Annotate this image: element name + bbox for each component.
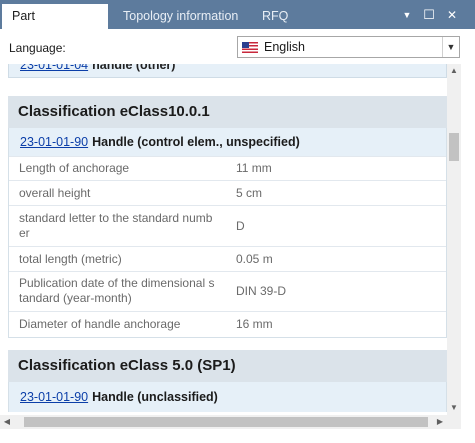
previous-item-code-link[interactable]: 23-01-01-04 <box>20 64 88 72</box>
tab-part-information[interactable]: Part information <box>2 4 108 47</box>
property-value: 11 mm <box>236 161 272 175</box>
right-margin <box>461 64 475 443</box>
property-row: Diameter of handle anchorage 16 mm <box>9 311 446 337</box>
scroll-left-icon[interactable]: ◀ <box>0 415 14 429</box>
classification-list: 23-01-01-04 handle (other) Classification… <box>0 64 447 415</box>
property-value: 5 cm <box>236 186 263 200</box>
scrollbar-corner <box>447 415 461 429</box>
classification-section: Classification eClass10.0.1 23-01-01-90 H… <box>8 96 447 338</box>
us-flag-icon <box>242 42 258 53</box>
classification-code-link[interactable]: 23-01-01-90 <box>20 135 88 149</box>
property-row: overall height 5 cm <box>9 180 446 205</box>
bottom-margin <box>0 429 475 443</box>
classification-code-link[interactable]: 23-01-01-90 <box>20 390 88 404</box>
horizontal-scrollbar[interactable]: ◀ ▶ <box>0 415 447 429</box>
classification-item-row: 23-01-01-90 Handle (control elem., unspec… <box>8 128 447 156</box>
property-name-line: Publication date of the dimensional s <box>19 276 215 290</box>
property-value: 16 mm <box>236 317 273 331</box>
property-row: standard letter to the standard numb er … <box>9 205 446 246</box>
vertical-scroll-thumb[interactable] <box>449 133 459 161</box>
previous-item-row: 23-01-01-04 handle (other) <box>8 64 447 78</box>
property-name: Length of anchorage <box>19 161 130 175</box>
property-row: Length of anchorage 11 mm <box>9 156 446 180</box>
close-icon[interactable]: ✕ <box>441 4 463 26</box>
property-value: D <box>236 219 245 233</box>
property-name: Diameter of handle anchorage <box>19 317 181 331</box>
property-value: 0.05 m <box>236 252 273 266</box>
property-name: Publication date of the dimensional s ta… <box>19 276 219 306</box>
scroll-up-icon[interactable]: ▲ <box>447 64 461 78</box>
property-value: DIN 39-D <box>236 284 287 298</box>
property-name: total length (metric) <box>19 252 122 266</box>
classification-section: Classification eClass 5.0 (SP1) 23-01-01… <box>8 350 447 412</box>
property-name: overall height <box>19 186 91 200</box>
tab-bar: Part information Topology information RF… <box>0 0 475 47</box>
tab-topology-information[interactable]: Topology information <box>113 4 248 29</box>
language-value: English <box>264 40 305 54</box>
language-row: Language: English ▼ <box>0 29 475 64</box>
classification-item-name: Handle (unclassified) <box>92 390 218 404</box>
tab-rfq[interactable]: RFQ <box>252 4 298 29</box>
language-label: Language: <box>9 41 66 55</box>
classification-header[interactable]: Classification eClass 5.0 (SP1) <box>8 350 447 382</box>
classification-item-row: 23-01-01-90 Handle (unclassified) <box>8 382 447 412</box>
property-name-line: er <box>19 226 30 240</box>
language-select[interactable]: English ▼ <box>237 36 460 58</box>
scroll-right-icon[interactable]: ▶ <box>433 415 447 429</box>
chevron-down-icon[interactable]: ▼ <box>442 37 459 57</box>
window-menu-dropdown-icon[interactable]: ▼ <box>396 4 418 26</box>
property-row: Publication date of the dimensional s ta… <box>9 271 446 311</box>
previous-item-name: handle (other) <box>92 64 176 72</box>
property-table: Length of anchorage 11 mm overall height… <box>8 156 447 338</box>
maximize-icon[interactable]: ☐ <box>418 4 440 26</box>
classification-item-name: Handle (control elem., unspecified) <box>92 135 300 149</box>
vertical-scrollbar[interactable]: ▲ ▼ <box>447 64 461 415</box>
property-row: total length (metric) 0.05 m <box>9 246 446 271</box>
horizontal-scroll-thumb[interactable] <box>24 417 428 427</box>
classification-header[interactable]: Classification eClass10.0.1 <box>8 96 447 128</box>
property-name: standard letter to the standard numb er <box>19 211 219 241</box>
scroll-down-icon[interactable]: ▼ <box>447 401 461 415</box>
property-name-line: tandard (year-month) <box>19 291 132 305</box>
property-name-line: standard letter to the standard numb <box>19 211 213 225</box>
